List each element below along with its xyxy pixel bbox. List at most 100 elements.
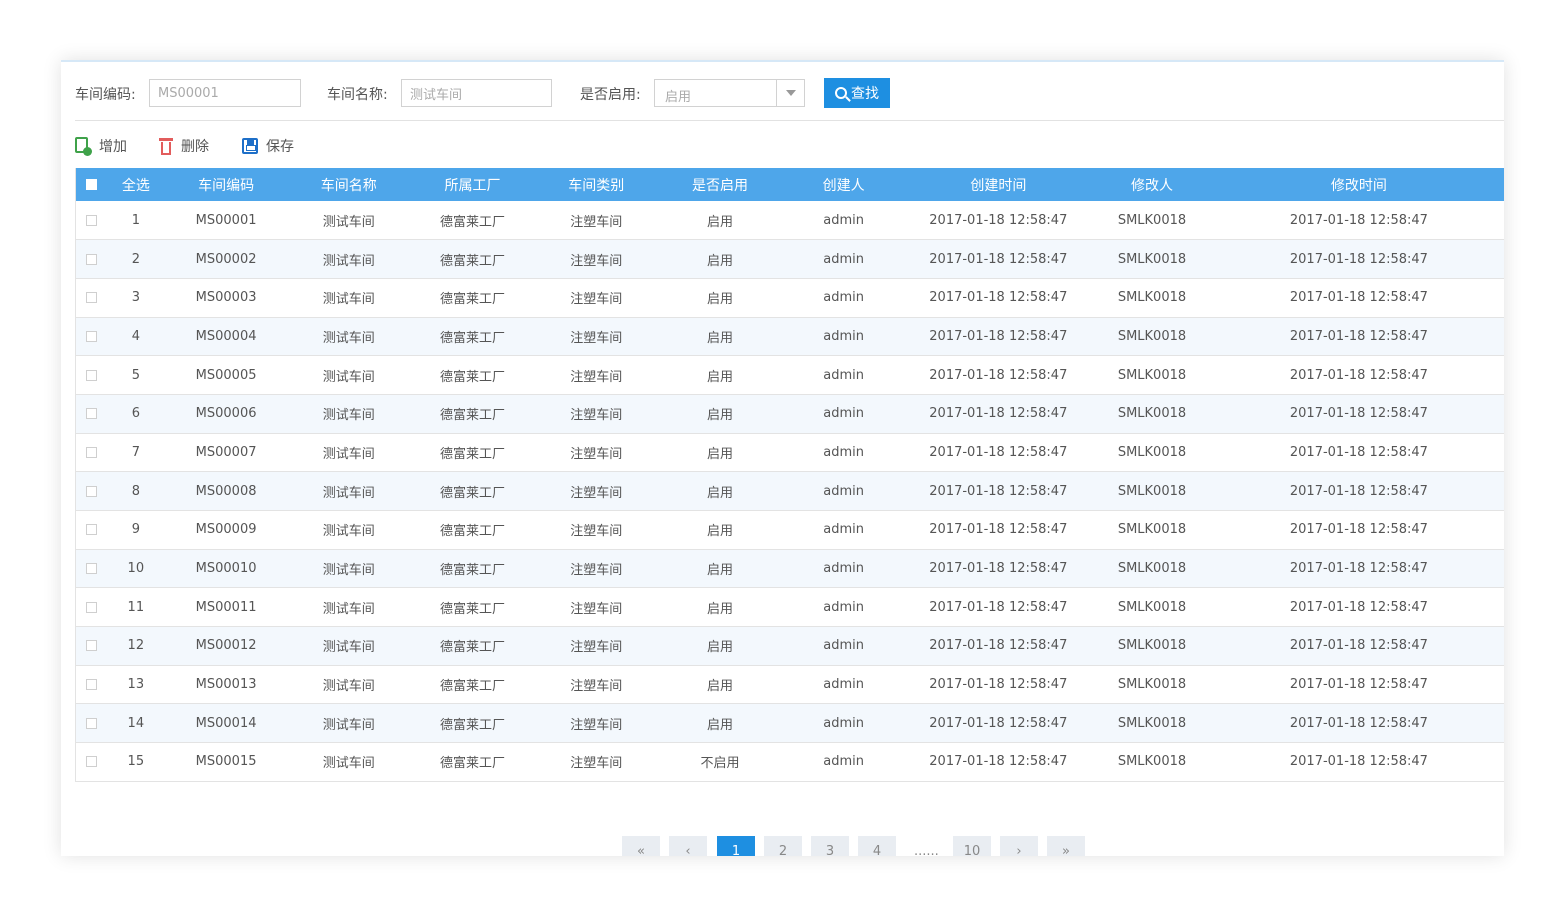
workshop-table: 全选 车间编码 车间名称 所属工厂 车间类别 是否启用 创建人 创建时间 修改人…	[75, 168, 1504, 782]
cell-enabled: 启用	[706, 408, 733, 424]
divider	[75, 120, 1504, 121]
row-checkbox[interactable]	[76, 704, 106, 743]
header-select-all[interactable]: 全选	[106, 168, 165, 201]
cell-created-time: 2017-01-18 12:58:47	[929, 251, 1068, 267]
row-checkbox[interactable]	[76, 665, 106, 704]
cell-enabled: 启用	[706, 601, 733, 617]
row-checkbox[interactable]	[76, 549, 106, 588]
add-button[interactable]: 增加	[75, 134, 127, 158]
workshop-code-label: 车间编码:	[75, 87, 136, 103]
page-4-button[interactable]: 4	[858, 836, 896, 856]
table-row[interactable]: 3 MS00003 测试车间 德富莱工厂 注塑车间 启用 admin 2017-01-18 1…	[76, 278, 1504, 318]
save-button[interactable]: 保存	[242, 134, 294, 158]
cell-modifier: SMLK0018	[1117, 561, 1187, 577]
row-checkbox[interactable]	[76, 394, 106, 433]
row-checkbox[interactable]	[76, 627, 106, 666]
table-row[interactable]: 11 MS00011 测试车间 德富莱工厂 注塑车间 启用 admin 2017-01-18 …	[76, 588, 1504, 627]
enabled-select[interactable]: 启用	[654, 79, 805, 107]
cell-created-time: 2017-01-18 12:58:47	[929, 522, 1068, 538]
cell-workshop-type: 注塑车间	[570, 408, 623, 424]
table-row[interactable]: 6 MS00006 测试车间 德富莱工厂 注塑车间 启用 admin 2017-01-18 1…	[76, 394, 1504, 434]
prev-page-button[interactable]: ‹	[669, 836, 707, 856]
cell-created-time: 2017-01-18 12:58:47	[929, 754, 1068, 770]
cell-modified-time: 2017-01-18 12:58:47	[1289, 599, 1428, 615]
header-workshop-code: 车间编码	[198, 177, 255, 194]
cell-created-time: 2017-01-18 12:58:47	[929, 561, 1068, 577]
table-row[interactable]: 8 MS00008 测试车间 德富莱工厂 注塑车间 启用 admin 2017-01-18 1…	[76, 471, 1504, 511]
cell-modified-time: 2017-01-18 12:58:47	[1289, 638, 1428, 654]
cell-creator: admin	[823, 251, 865, 267]
page-2-button[interactable]: 2	[764, 836, 802, 856]
table-row[interactable]: 4 MS00004 测试车间 德富莱工厂 注塑车间 启用 admin 2017-01-18 1…	[76, 317, 1504, 356]
add-icon	[75, 137, 92, 156]
cell-workshop-name: 测试车间	[322, 601, 375, 617]
chevron-down-icon[interactable]	[776, 80, 804, 106]
row-checkbox[interactable]	[76, 278, 106, 317]
cell-modifier: SMLK0018	[1117, 444, 1187, 460]
cell-workshop-name: 测试车间	[322, 408, 375, 424]
row-checkbox[interactable]	[76, 588, 106, 627]
table-row[interactable]: 7 MS00007 测试车间 德富莱工厂 注塑车间 启用 admin 2017-01-18 1…	[76, 433, 1504, 472]
cell-modifier: SMLK0018	[1117, 754, 1187, 770]
table-row[interactable]: 1 MS00001 测试车间 德富莱工厂 注塑车间 启用 admin 2017-01-18 1…	[76, 201, 1504, 240]
cell-workshop-type: 注塑车间	[570, 214, 623, 230]
row-checkbox[interactable]	[76, 356, 106, 395]
row-checkbox[interactable]	[76, 433, 106, 472]
page-1-button[interactable]: 1	[717, 836, 755, 856]
delete-button[interactable]: 删除	[159, 134, 209, 158]
cell-workshop-code: MS00006	[195, 406, 257, 422]
search-button-label: 查找	[851, 86, 879, 102]
table-row[interactable]: 15 MS00015 测试车间 德富莱工厂 注塑车间 不启用 admin 2017-01-18…	[76, 743, 1504, 782]
page-3-button[interactable]: 3	[811, 836, 849, 856]
cell-enabled: 启用	[706, 369, 733, 385]
workshop-code-input[interactable]	[149, 79, 301, 107]
row-checkbox[interactable]	[76, 240, 106, 279]
cell-factory: 德富莱工厂	[440, 485, 506, 501]
row-checkbox[interactable]	[76, 472, 106, 511]
cell-workshop-name: 测试车间	[322, 524, 375, 540]
table-row[interactable]: 14 MS00014 测试车间 德富莱工厂 注塑车间 启用 admin 2017-01-18 …	[76, 703, 1504, 743]
row-checkbox[interactable]	[76, 317, 106, 356]
workshop-name-input[interactable]	[401, 79, 552, 107]
last-page-button[interactable]: »	[1047, 836, 1085, 856]
enabled-label: 是否启用:	[580, 87, 641, 103]
cell-workshop-type: 注塑车间	[570, 601, 623, 617]
row-number: 12	[127, 638, 145, 654]
next-page-button[interactable]: ›	[1000, 836, 1038, 856]
row-checkbox[interactable]	[76, 511, 106, 550]
table-row[interactable]: 2 MS00002 测试车间 德富莱工厂 注塑车间 启用 admin 2017-01-18 1…	[76, 239, 1504, 279]
table-row[interactable]: 12 MS00012 测试车间 德富莱工厂 注塑车间 启用 admin 2017-01-18 …	[76, 626, 1504, 666]
select-all-checkbox[interactable]	[76, 168, 106, 201]
cell-modifier: SMLK0018	[1117, 251, 1187, 267]
table-row[interactable]: 9 MS00009 测试车间 德富莱工厂 注塑车间 启用 admin 2017-01-18 1…	[76, 511, 1504, 550]
header-workshop-type: 车间类别	[568, 177, 625, 194]
page-10-button[interactable]: 10	[953, 836, 991, 856]
page-ellipsis: ......	[914, 844, 939, 856]
cell-workshop-type: 注塑车间	[570, 563, 623, 579]
cell-workshop-name: 测试车间	[322, 214, 375, 230]
cell-enabled: 启用	[706, 446, 733, 462]
cell-factory: 德富莱工厂	[440, 253, 506, 269]
header-factory: 所属工厂	[444, 177, 501, 194]
cell-modified-time: 2017-01-18 12:58:47	[1289, 677, 1428, 693]
row-checkbox[interactable]	[76, 743, 106, 782]
cell-modified-time: 2017-01-18 12:58:47	[1289, 444, 1428, 460]
first-page-button[interactable]: «	[622, 836, 660, 856]
table-row[interactable]: 13 MS00013 测试车间 德富莱工厂 注塑车间 启用 admin 2017-01-18 …	[76, 665, 1504, 704]
cell-factory: 德富莱工厂	[440, 601, 506, 617]
table-row[interactable]: 10 MS00010 测试车间 德富莱工厂 注塑车间 启用 admin 2017-01-18 …	[76, 549, 1504, 588]
search-icon	[835, 87, 847, 99]
cell-created-time: 2017-01-18 12:58:47	[929, 444, 1068, 460]
cell-workshop-code: MS00004	[195, 328, 257, 344]
cell-created-time: 2017-01-18 12:58:47	[929, 406, 1068, 422]
row-checkbox[interactable]	[76, 201, 106, 240]
table-row[interactable]: 5 MS00005 测试车间 德富莱工厂 注塑车间 启用 admin 2017-01-18 1…	[76, 356, 1504, 395]
cell-workshop-code: MS00010	[195, 561, 257, 577]
cell-factory: 德富莱工厂	[440, 408, 506, 424]
cell-workshop-type: 注塑车间	[570, 485, 623, 501]
cell-factory: 德富莱工厂	[440, 292, 506, 308]
cell-modifier: SMLK0018	[1117, 483, 1187, 499]
search-button[interactable]: 查找	[824, 78, 890, 108]
cell-workshop-type: 注塑车间	[570, 369, 623, 385]
cell-workshop-name: 测试车间	[322, 253, 375, 269]
